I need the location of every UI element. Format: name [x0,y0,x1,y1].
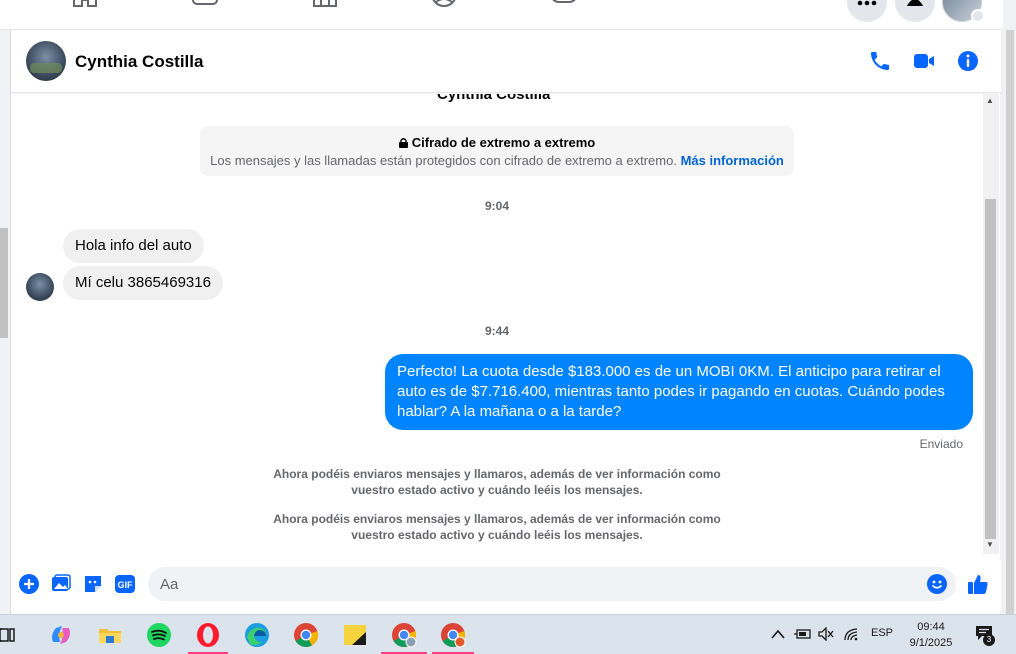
groups-icon[interactable] [430,0,458,14]
sender-avatar[interactable] [26,273,54,301]
chrome-profile-1-icon[interactable] [391,622,417,648]
wifi-icon[interactable] [843,627,859,641]
gif-icon[interactable]: GIF [115,574,135,594]
marketplace-icon[interactable] [311,0,339,14]
contact-name[interactable]: Cynthia Costilla [75,52,203,72]
video-icon[interactable] [191,0,219,14]
message-list: Cynthia Costilla Cifrado de extremo a ex… [11,94,983,554]
chat-window: Cynthia Costilla Cynthia Costilla Cifrad… [10,30,1001,614]
plus-icon[interactable] [19,574,39,594]
photo-icon[interactable] [51,574,71,594]
edge-icon[interactable] [244,622,270,648]
chevron-up-icon[interactable] [771,628,785,640]
outgoing-message[interactable]: Perfecto! La cuota desde $183.000 es de … [385,354,973,430]
learn-more-link[interactable]: Más información [681,153,784,168]
notice-line: vuestro estado activo y cuándo leéis los… [351,483,643,497]
incoming-message[interactable]: Mí celu 3865469316 [63,266,223,300]
home-icon[interactable] [71,0,99,14]
message-scrollbar[interactable]: ▲ ▼ [983,94,999,554]
copilot-icon[interactable] [48,622,74,648]
facebook-top-nav [0,0,1003,30]
clock-date: 9/1/2025 [909,637,953,649]
input-language[interactable]: ESP [871,627,893,639]
encryption-title: Cifrado de extremo a extremo [411,135,596,150]
phone-icon[interactable] [868,49,892,73]
taskbar: ESP 09:44 9/1/2025 3 [0,614,1016,654]
chat-header: Cynthia Costilla [11,30,1001,93]
incoming-message[interactable]: Hola info del auto [63,229,204,263]
notice-line: vuestro estado activo y cuándo leéis los… [351,528,643,542]
notification-center-button[interactable]: 3 [975,625,995,646]
notifications-button[interactable] [895,0,935,22]
notice-line: Ahora podéis enviaros mensajes y llamaro… [273,512,721,526]
clock-time: 09:44 [917,621,945,633]
task-view-icon[interactable] [0,622,18,648]
system-notice: Ahora podéis enviaros mensajes y llamaro… [247,466,747,498]
lock-icon [398,138,408,148]
thumbs-up-icon[interactable] [967,573,989,595]
notice-line: Ahora podéis enviaros mensajes y llamaro… [273,467,721,481]
scroll-down-arrow-icon[interactable]: ▼ [986,540,994,549]
opera-icon[interactable] [195,622,221,648]
sticker-icon[interactable] [83,574,103,594]
file-explorer-icon[interactable] [97,622,123,648]
left-scrollbar-thumb[interactable] [0,228,8,338]
timestamp: 9:44 [484,324,510,338]
video-call-icon[interactable] [912,49,936,73]
chevron-down-icon [971,9,985,23]
encryption-text: Los mensajes y las llamadas están proteg… [210,153,677,168]
sticky-notes-icon[interactable] [342,622,368,648]
gaming-icon[interactable] [550,0,578,14]
scrollbar-thumb[interactable] [985,199,996,539]
info-icon[interactable] [956,49,980,73]
screen: Cynthia Costilla Cynthia Costilla Cifrad… [0,0,1016,654]
chrome-icon[interactable] [293,622,319,648]
menu-button[interactable] [847,0,887,22]
conversation-top-name: Cynthia Costilla [437,94,551,103]
chrome-profile-2-icon[interactable] [440,622,466,648]
scroll-up-arrow-icon[interactable]: ▲ [986,96,994,105]
delivery-status: Enviado [919,437,963,451]
timestamp: 9:04 [484,199,510,213]
account-avatar[interactable] [942,0,985,23]
volume-muted-icon[interactable] [818,627,834,641]
grid-icon [857,0,877,6]
emoji-icon[interactable] [927,574,947,594]
system-notice: Ahora podéis enviaros mensajes y llamaro… [247,511,747,543]
spotify-icon[interactable] [146,622,172,648]
battery-icon[interactable] [794,628,812,640]
bell-icon [907,0,923,6]
page-scrollbar[interactable] [1003,30,1016,614]
composer-bar: GIF [11,560,1001,610]
encryption-notice: Cifrado de extremo a extremo Los mensaje… [200,126,794,176]
system-clock[interactable]: 09:44 9/1/2025 [898,619,964,651]
message-input[interactable] [148,567,956,601]
notification-badge: 3 [983,634,995,646]
contact-avatar[interactable] [26,41,66,81]
svg-text:GIF: GIF [118,580,134,590]
page-scrollbar-thumb[interactable] [1006,30,1014,614]
